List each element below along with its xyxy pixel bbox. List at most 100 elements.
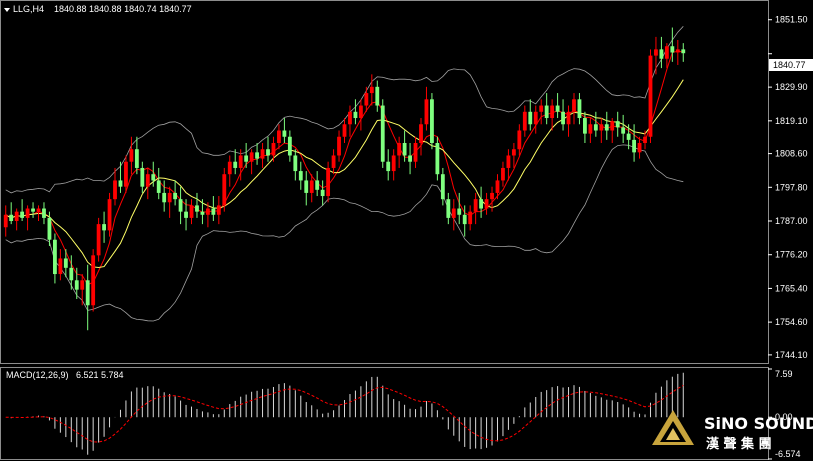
candle-body (643, 136, 647, 143)
price-chart[interactable]: 1851.50 1829.90 1819.10 1808.60 1797.80 1787.… (0, 0, 813, 461)
macd-tick-label: 7.59 (775, 369, 793, 379)
candle-body (588, 124, 593, 134)
candle-body (189, 205, 194, 218)
candle-body (479, 199, 484, 209)
candle-body (468, 211, 473, 225)
candle-body (282, 130, 287, 137)
candle-body (156, 180, 161, 193)
candle-body (162, 192, 167, 203)
candle-body (331, 155, 336, 168)
candle-body (522, 111, 527, 131)
candle-body (593, 124, 598, 131)
candle-body (3, 214, 8, 228)
candle-body (134, 149, 139, 168)
symbol-label: LLG,H4 (13, 4, 44, 14)
candle-body (599, 124, 604, 131)
candle-body (249, 152, 254, 162)
candle-body (277, 130, 281, 143)
candle-body (42, 208, 46, 218)
candle-body (85, 280, 90, 306)
candle-body (369, 86, 374, 94)
candle-body (260, 149, 265, 159)
candle-body (397, 142, 402, 156)
candle-body (200, 211, 205, 215)
price-tick-label: 1754.60 (775, 317, 808, 327)
candle-body (96, 224, 101, 256)
candle-body (637, 142, 642, 153)
candle-body (293, 155, 298, 172)
candle-body (266, 149, 270, 156)
price-tick-label: 1744.10 (775, 350, 808, 360)
candle-body (681, 49, 686, 54)
candle-body (615, 121, 620, 128)
candle-body (386, 161, 391, 172)
current-price-marker: 1840.77 (769, 59, 813, 71)
candle-body (244, 155, 249, 162)
candle-body (604, 124, 609, 131)
candle-body (129, 149, 134, 162)
candle-body (9, 214, 14, 222)
candle-body (506, 155, 511, 168)
candle-body (572, 99, 576, 112)
candle-body (74, 280, 79, 290)
candle-body (184, 211, 188, 218)
logo-chinese-text: 漢 聲 集 團 (706, 436, 772, 452)
candle-body (271, 142, 276, 156)
candle-body (238, 155, 243, 168)
chart-header: LLG,H4 1840.88 1840.88 1840.74 1840.77 (4, 4, 192, 14)
price-tick-label: 1829.90 (775, 82, 808, 92)
candle-body (107, 199, 112, 231)
candle-body (25, 208, 30, 218)
candle-body (539, 105, 544, 112)
candle-body (670, 46, 675, 53)
candle-body (501, 167, 505, 181)
candle-body (451, 208, 456, 218)
candle-body (375, 86, 380, 106)
candle-body (320, 189, 325, 197)
ohlc-label: 1840.88 1840.88 1840.74 1840.77 (54, 4, 192, 14)
candle-body (490, 192, 494, 200)
candle-body (58, 258, 63, 275)
candle-body (446, 199, 451, 218)
candle-body (47, 217, 52, 240)
candle-body (610, 121, 615, 131)
candle-body (145, 174, 150, 187)
candle-body (222, 174, 227, 206)
candle-body (457, 208, 462, 215)
candle-body (178, 199, 183, 212)
candle-body (621, 127, 626, 134)
candle-body (561, 111, 565, 125)
candle-body (298, 171, 303, 181)
candle-body (583, 118, 587, 134)
candle-body (659, 49, 664, 59)
candle-body (654, 49, 658, 56)
candle-body (195, 205, 199, 212)
candle-body (353, 111, 358, 119)
macd-header: MACD(12,26,9) 6.521 5.784 (6, 370, 124, 380)
candle-body (227, 161, 232, 175)
candle-body (205, 208, 210, 215)
candle-body (167, 192, 172, 203)
candle-body (419, 124, 423, 143)
candle-body (517, 130, 522, 150)
candle-body (315, 180, 320, 190)
candle-body (626, 133, 631, 140)
current-price-label: 1840.77 (773, 60, 806, 70)
candle-body (80, 280, 85, 290)
price-tick-label: 1851.50 (775, 15, 808, 25)
candle-body (337, 136, 341, 156)
candle-body (20, 211, 25, 218)
candle-body (380, 105, 385, 162)
price-tick-label: 1797.80 (775, 182, 808, 192)
candle-body (495, 180, 500, 193)
candle-body (364, 93, 369, 106)
candle-body (118, 180, 123, 187)
candle-body (91, 255, 96, 306)
candle-body (566, 111, 571, 125)
candle-body (358, 105, 363, 119)
candle-body (484, 199, 489, 209)
price-tick-label: 1765.40 (775, 283, 808, 293)
macd-tick-label: -6.574 (775, 449, 801, 459)
candle-body (544, 105, 549, 119)
candle-body (533, 111, 538, 125)
